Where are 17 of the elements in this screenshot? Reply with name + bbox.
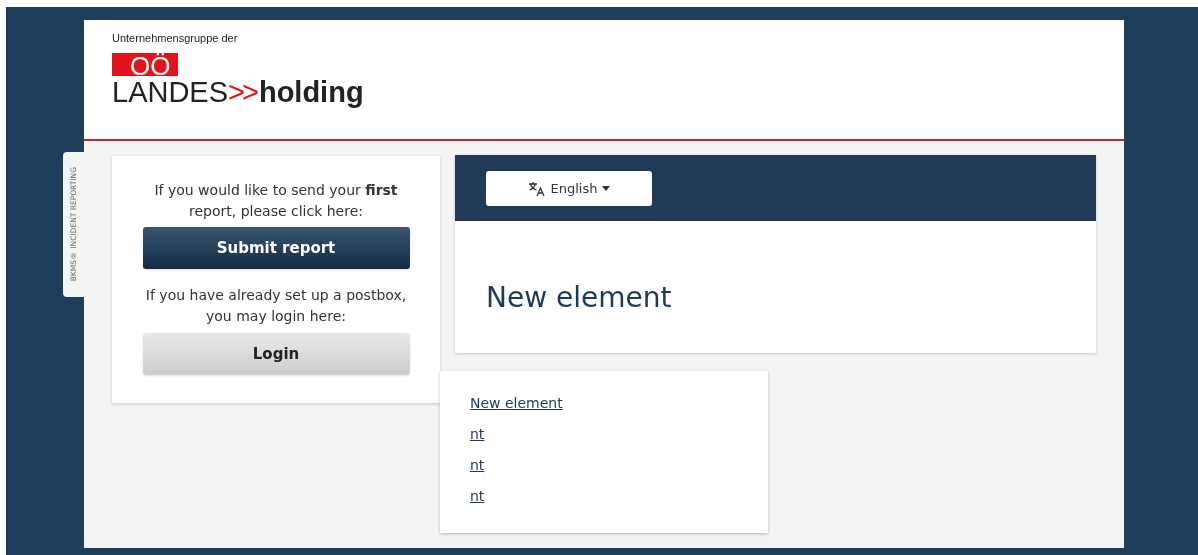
logo-suffix: holding [258,75,364,108]
menu-link[interactable]: nt [470,486,485,507]
logo-tagline: Unternehmensgruppe der [112,31,239,46]
translate-icon [527,180,546,197]
login-button[interactable]: Login [142,333,410,375]
logo-arrows: >> [228,75,256,108]
menu-link[interactable]: nt [470,424,485,445]
menu-link[interactable]: nt [470,455,485,476]
first-report-text: If you would like to send your first report, please click here: [153,181,399,221]
content-heading: New element [486,280,672,316]
menu-link[interactable]: New element [470,393,563,414]
logo-badge: OÖ [112,52,178,76]
submit-report-button[interactable]: Submit report [142,227,410,269]
language-dropdown[interactable]: English [486,171,652,206]
caret-icon [602,186,611,191]
postbox-login-text: If you have already set up a postbox, you may login here: [144,286,408,326]
logo-word: LANDES [112,75,229,108]
